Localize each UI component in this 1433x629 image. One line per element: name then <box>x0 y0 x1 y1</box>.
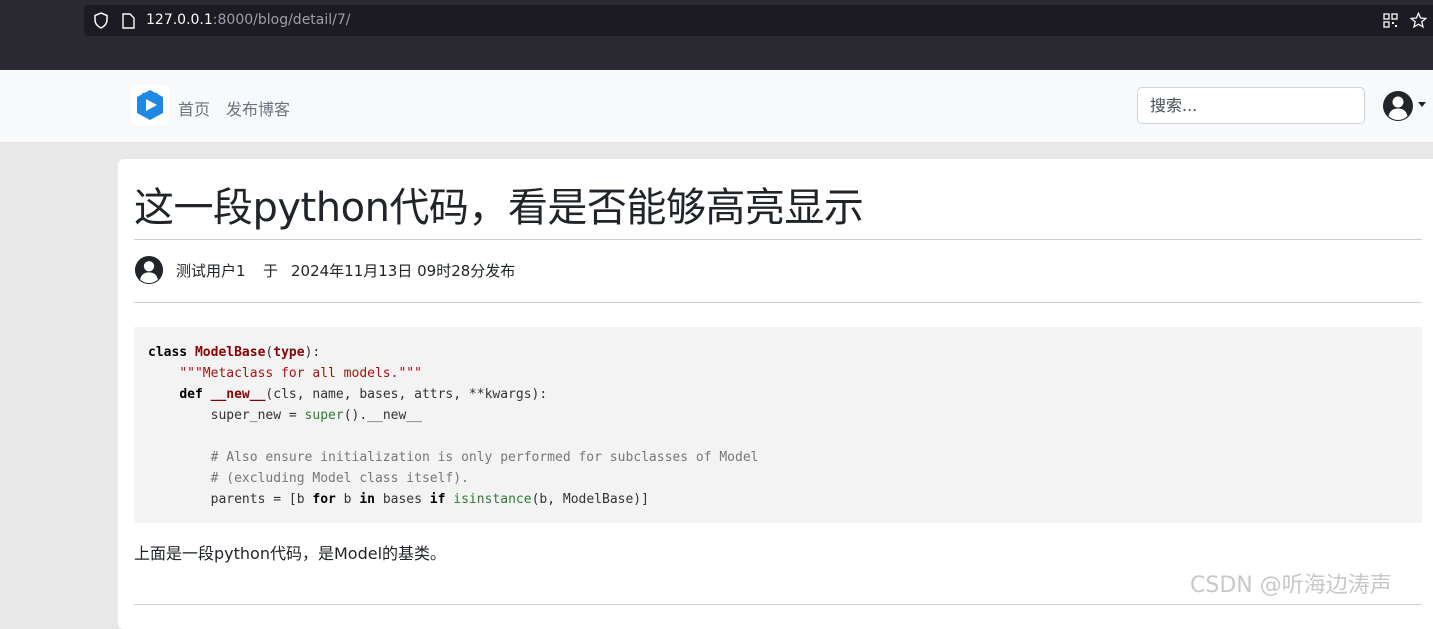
code-token: for <box>312 492 336 507</box>
code-token: def <box>179 387 211 402</box>
code-token: class <box>148 345 195 360</box>
divider <box>134 302 1422 303</box>
code-line: # (excluding Model class itself). <box>148 468 1408 489</box>
code-token: (b, ModelBase)] <box>531 492 649 507</box>
csdn-watermark: CSDN @听海边涛声 <box>1190 573 1392 598</box>
user-avatar-icon <box>1383 91 1413 121</box>
code-token: # (excluding Model class itself). <box>210 471 469 486</box>
nav-link-publish-blog[interactable]: 发布博客 <box>226 96 290 120</box>
chevron-down-icon <box>1418 102 1426 107</box>
code-token: ): <box>304 345 321 360</box>
shield-icon <box>94 12 108 29</box>
code-token: b <box>335 492 360 507</box>
code-block: class ModelBase(type): """Metaclass for … <box>134 327 1422 523</box>
browser-toolbar: 127.0.0.1:8000/blog/detail/7/ <box>0 0 1433 70</box>
code-token: bases <box>375 492 430 507</box>
url-host: 127.0.0.1 <box>146 12 213 28</box>
post-title: 这一段python代码，看是否能够高亮显示 <box>134 185 864 231</box>
url-text[interactable]: 127.0.0.1:8000/blog/detail/7/ <box>146 12 351 28</box>
code-token: in <box>359 492 375 507</box>
user-menu-dropdown[interactable] <box>1380 89 1430 123</box>
page-icon <box>122 13 135 29</box>
search-input[interactable] <box>1137 87 1365 124</box>
code-token: isinstance <box>453 492 532 507</box>
code-token: """Metaclass for all models.""" <box>179 366 422 381</box>
code-token: # Also ensure initialization is only per… <box>210 450 759 465</box>
code-token: if <box>429 492 446 507</box>
bookmark-star-icon[interactable] <box>1410 12 1427 29</box>
url-path: :8000/blog/detail/7/ <box>212 12 351 28</box>
nav-link-home[interactable]: 首页 <box>178 96 210 120</box>
code-line: """Metaclass for all models.""" <box>148 363 1408 384</box>
code-token: super <box>304 408 344 423</box>
code-token: super_new = <box>148 408 305 423</box>
code-line: super_new = super().__new__ <box>148 405 1408 426</box>
code-token: (cls, name, bases, attrs, **kwargs): <box>265 387 548 402</box>
code-line: def __new__(cls, name, bases, attrs, **k… <box>148 384 1408 405</box>
code-line: class ModelBase(type): <box>148 342 1408 363</box>
brand-logo-icon[interactable] <box>131 85 169 125</box>
post-body: 上面是一段python代码，是Model的基类。 <box>134 544 447 563</box>
code-token: type <box>273 345 305 360</box>
post-card: 这一段python代码，看是否能够高亮显示 测试用户1 于 2024年11月13… <box>118 159 1433 629</box>
code-token: ModelBase <box>194 345 266 360</box>
post-date: 2024年11月13日 09时28分发布 <box>291 262 516 280</box>
code-token: ().__new__ <box>343 408 422 423</box>
site-navbar: 首页 发布博客 <box>0 70 1433 143</box>
code-token: parents = [b <box>148 492 313 507</box>
code-line: parents = [b for b in bases if isinstanc… <box>148 489 1408 510</box>
qr-code-icon[interactable] <box>1383 13 1398 28</box>
divider <box>134 239 1422 240</box>
divider <box>134 604 1422 605</box>
post-at-word: 于 <box>263 262 279 280</box>
author-avatar-icon <box>134 255 164 285</box>
code-token: __new__ <box>210 387 266 402</box>
post-author: 测试用户1 <box>176 262 246 280</box>
address-bar[interactable]: 127.0.0.1:8000/blog/detail/7/ <box>84 5 1433 36</box>
code-line: # Also ensure initialization is only per… <box>148 447 1408 468</box>
